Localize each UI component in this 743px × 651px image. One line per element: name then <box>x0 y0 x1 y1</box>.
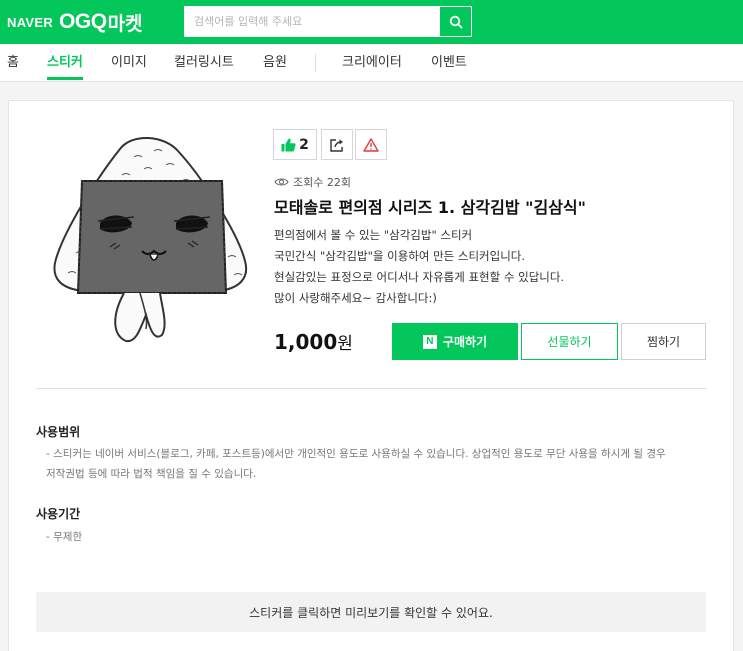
warning-icon <box>363 137 379 152</box>
share-icon <box>329 138 343 152</box>
nav-item-event[interactable]: 이벤트 <box>431 44 467 82</box>
view-count: 조회수 22회 <box>274 174 351 190</box>
product-description: 편의점에서 볼 수 있는 "삼각김밥" 스티커 국민간식 "삼각김밥"을 이용하… <box>274 225 564 309</box>
logo-ogq-text: OGQ <box>59 10 107 33</box>
product-price: 1,000원 <box>274 329 353 354</box>
naver-n-icon: N <box>422 334 437 349</box>
thumbs-up-icon <box>281 138 296 151</box>
nav-divider <box>315 54 316 72</box>
eye-icon <box>274 178 289 186</box>
usage-period-title: 사용기간 <box>36 507 81 521</box>
search-button[interactable] <box>440 6 472 37</box>
search-input[interactable] <box>184 6 440 37</box>
nav-item-image[interactable]: 이미지 <box>111 44 147 82</box>
nav-item-music[interactable]: 음원 <box>263 44 287 82</box>
nav-item-home[interactable]: 홈 <box>7 44 19 82</box>
top-bar: NAVER OGQ 마켓 <box>0 0 743 44</box>
wishlist-button[interactable]: 찜하기 <box>621 323 706 360</box>
like-count: 2 <box>299 136 309 153</box>
nav-item-coloring-sheet[interactable]: 컬러링시트 <box>174 44 234 82</box>
view-count-text: 조회수 22회 <box>293 176 351 189</box>
usage-scope-line: 저작권법 등에 따라 법적 책임을 질 수 있습니다. <box>46 468 257 480</box>
category-nav: 홈 스티커 이미지 컬러링시트 음원 크리에이터 이벤트 <box>0 44 743 82</box>
like-button[interactable]: 2 <box>273 129 317 160</box>
product-card: 2 조회수 22회 모태솔로 편의점 시리즈 1. 삼각김밥 "김삼식" 편의점… <box>8 100 734 651</box>
section-divider <box>36 388 706 389</box>
nav-item-creator[interactable]: 크리에이터 <box>342 44 402 82</box>
preview-hint-banner: 스티커를 클릭하면 미리보기를 확인할 수 있어요. <box>36 592 706 632</box>
gift-button[interactable]: 선물하기 <box>521 323 618 360</box>
logo-market-text: 마켓 <box>107 12 143 35</box>
logo-naver-text: NAVER <box>7 14 54 30</box>
nav-item-sticker[interactable]: 스티커 <box>47 44 83 82</box>
sticker-preview-image[interactable] <box>42 129 262 351</box>
product-title: 모태솔로 편의점 시리즈 1. 삼각김밥 "김삼식" <box>274 198 586 217</box>
buy-button[interactable]: N 구매하기 <box>392 323 518 360</box>
price-value: 1,000 <box>274 330 338 354</box>
description-line: 현실감있는 표정으로 어디서나 자유롭게 표현할 수 있답니다. <box>274 270 565 284</box>
description-line: 국민간식 "삼각김밥"을 이용하여 만든 스티커입니다. <box>274 249 526 263</box>
description-line: 많이 사랑해주세요~ 감사합니다:) <box>274 291 437 305</box>
search-icon <box>449 15 462 28</box>
naver-ogq-market-logo[interactable]: NAVER OGQ 마켓 <box>7 10 143 35</box>
buy-button-label: 구매하기 <box>442 335 488 349</box>
usage-period-text: - 무제한 <box>46 531 83 543</box>
price-unit: 원 <box>337 334 353 354</box>
usage-scope-text: - 스티커는 네이버 서비스(블로그, 카페, 포스트등)에서만 개인적인 용도… <box>46 444 666 484</box>
description-line: 편의점에서 볼 수 있는 "삼각김밥" 스티커 <box>274 228 473 242</box>
share-button[interactable] <box>321 129 353 160</box>
usage-scope-title: 사용범위 <box>36 425 81 439</box>
usage-scope-line: - 스티커는 네이버 서비스(블로그, 카페, 포스트등)에서만 개인적인 용도… <box>46 448 666 460</box>
report-button[interactable] <box>355 129 387 160</box>
